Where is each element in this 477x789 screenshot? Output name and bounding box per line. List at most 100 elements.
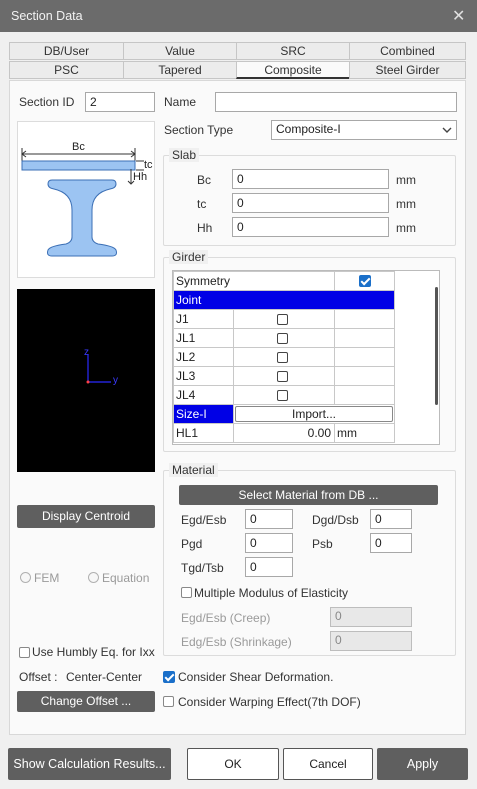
tgd-label: Tgd/Tsb <box>181 561 224 575</box>
section-type-value: Composite-I <box>276 122 341 136</box>
joint-check-cell <box>233 347 335 367</box>
tab-combined[interactable]: Combined <box>349 42 466 60</box>
equation-radio[interactable] <box>88 572 99 583</box>
show-calculation-button[interactable]: Show Calculation Results... <box>8 748 171 780</box>
humbly-checkbox[interactable] <box>19 647 30 658</box>
section-id-label: Section ID <box>19 95 75 109</box>
joint-extra-cell <box>334 366 395 386</box>
section-id-input[interactable] <box>85 92 155 112</box>
joint-label: J1 <box>173 309 234 329</box>
import-cell: Import... <box>233 404 395 424</box>
table-row: JL4 <box>173 385 395 405</box>
hl1-unit: mm <box>334 423 395 443</box>
warping-checkbox[interactable] <box>163 696 174 707</box>
warping-label: Consider Warping Effect(7th DOF) <box>178 695 361 709</box>
hl1-label: HL1 <box>173 423 234 443</box>
multiple-modulus-checkbox[interactable] <box>181 587 192 598</box>
display-centroid-button[interactable]: Display Centroid <box>17 505 155 528</box>
table-scrollbar[interactable] <box>435 287 438 405</box>
jl3-checkbox[interactable] <box>277 371 288 382</box>
ok-button[interactable]: OK <box>187 748 279 780</box>
apply-button[interactable]: Apply <box>377 748 468 780</box>
slab-hh-label: Hh <box>197 221 213 235</box>
slab-tc-unit: mm <box>396 197 416 211</box>
joint-check-cell <box>233 328 335 348</box>
tab-composite[interactable]: Composite <box>236 61 350 79</box>
cancel-button[interactable]: Cancel <box>283 748 373 780</box>
table-row: J1 <box>173 309 395 329</box>
axis-z-label: z <box>84 347 89 358</box>
axis-y-label: y <box>113 375 118 386</box>
humbly-label: Use Humbly Eq. for Ixx <box>32 645 155 659</box>
select-material-button[interactable]: Select Material from DB ... <box>179 485 438 505</box>
table-row: Joint <box>173 290 395 310</box>
slab-bc-input[interactable] <box>232 169 389 189</box>
joint-extra-cell <box>334 328 395 348</box>
slab-title: Slab <box>169 148 200 162</box>
table-row: HL1 0.00 mm <box>173 423 395 443</box>
egd-input[interactable] <box>245 509 293 529</box>
egd-label: Egd/Esb <box>181 513 227 527</box>
composite-i-section-icon <box>21 148 144 257</box>
tab-src[interactable]: SRC <box>236 42 350 60</box>
symmetry-label: Symmetry <box>173 271 335 291</box>
name-input[interactable] <box>215 92 457 112</box>
girder-title: Girder <box>169 250 209 264</box>
chevron-down-icon <box>442 127 452 133</box>
psb-input[interactable] <box>370 533 412 553</box>
section-diagram: Bc tc Hh <box>17 121 155 278</box>
jl1-checkbox[interactable] <box>277 333 288 344</box>
shrink-input[interactable]: 0 <box>330 631 412 651</box>
table-row: JL2 <box>173 347 395 367</box>
psb-label: Psb <box>312 537 333 551</box>
tab-value[interactable]: Value <box>123 42 237 60</box>
tab-steel-girder[interactable]: Steel Girder <box>349 61 466 79</box>
joint-extra-cell <box>334 385 395 405</box>
window-title: Section Data <box>11 9 83 23</box>
import-button[interactable]: Import... <box>235 406 393 422</box>
table-row: Symmetry <box>173 271 395 291</box>
dgd-input[interactable] <box>370 509 412 529</box>
slab-hh-unit: mm <box>396 221 416 235</box>
slab-hh-input[interactable] <box>232 217 389 237</box>
tab-psc[interactable]: PSC <box>9 61 124 79</box>
section-type-label: Section Type <box>164 123 234 137</box>
joint-extra-cell <box>334 347 395 367</box>
hl1-value[interactable]: 0.00 <box>233 423 335 443</box>
tc-label: tc <box>144 159 153 171</box>
section-type-select[interactable]: Composite-I <box>271 120 457 140</box>
tab-tapered[interactable]: Tapered <box>123 61 237 79</box>
change-offset-button[interactable]: Change Offset ... <box>17 691 155 712</box>
fem-radio[interactable] <box>20 572 31 583</box>
table-row: JL3 <box>173 366 395 386</box>
slab-bc-label: Bc <box>197 173 212 187</box>
joint-label: JL1 <box>173 328 234 348</box>
table-row: JL1 <box>173 328 395 348</box>
bc-label: Bc <box>72 141 85 153</box>
tab-db-user[interactable]: DB/User <box>9 42 124 60</box>
material-title: Material <box>169 463 218 477</box>
title-bar: Section Data ✕ <box>0 0 477 32</box>
slab-tc-label: tc <box>197 197 207 211</box>
j1-checkbox[interactable] <box>277 314 288 325</box>
symmetry-cell <box>334 271 395 291</box>
axis-icon <box>86 354 111 384</box>
joint-label: JL2 <box>173 347 234 367</box>
symmetry-checkbox[interactable] <box>359 275 371 287</box>
offset-label: Offset : <box>19 670 58 684</box>
girder-table: Symmetry Joint J1 JL1 JL2 JL3 JL4 Size-I… <box>172 270 440 445</box>
jl2-checkbox[interactable] <box>277 352 288 363</box>
joint-check-cell <box>233 385 335 405</box>
close-icon[interactable]: ✕ <box>452 6 465 26</box>
jl4-checkbox[interactable] <box>277 390 288 401</box>
pgd-input[interactable] <box>245 533 293 553</box>
shear-deformation-checkbox[interactable] <box>163 671 175 683</box>
joint-label: JL4 <box>173 385 234 405</box>
creep-input[interactable]: 0 <box>330 607 412 627</box>
slab-tc-input[interactable] <box>232 193 389 213</box>
multiple-modulus-label: Multiple Modulus of Elasticity <box>194 586 349 600</box>
centroid-view: z y <box>17 289 155 472</box>
slab-bc-unit: mm <box>396 173 416 187</box>
pgd-label: Pgd <box>181 537 203 551</box>
tgd-input[interactable] <box>245 557 293 577</box>
